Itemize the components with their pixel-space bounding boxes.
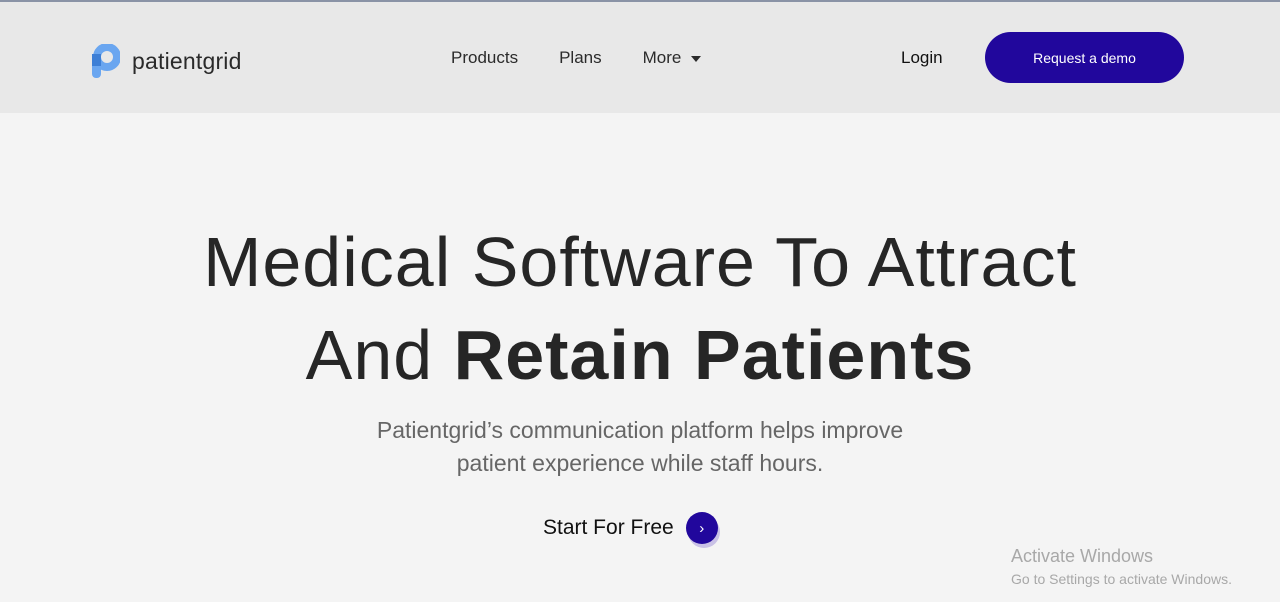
hero-subtitle-line1: Patientgrid’s communication platform hel… [376, 417, 904, 443]
caret-down-icon [691, 55, 702, 62]
start-for-free-button[interactable]: Start For Free › [543, 512, 718, 544]
hero-subtitle: Patientgrid’s communication platform hel… [0, 414, 1280, 480]
nav-more[interactable]: More [643, 48, 702, 68]
nav-more-label: More [642, 48, 682, 67]
login-link[interactable]: Login [901, 48, 943, 68]
brand-logo[interactable]: patientgrid [92, 44, 242, 78]
brand-name: patientgrid [132, 47, 242, 74]
nav-products[interactable]: Products [451, 48, 518, 68]
watermark-subtitle: Go to Settings to activate Windows. [1011, 571, 1232, 587]
cta-label: Start For Free [543, 516, 674, 539]
top-navigation: patientgrid Products Plans More Login Re… [0, 2, 1280, 113]
hero-title-line1: Medical Software To Attract [203, 223, 1077, 301]
hero-subtitle-line2: patient experience while staff hours. [456, 450, 824, 476]
nav-plans[interactable]: Plans [559, 48, 602, 68]
main-menu: Products Plans More [451, 48, 702, 68]
patientgrid-logo-icon [92, 44, 120, 78]
hero-title-regular: And [305, 316, 454, 394]
chevron-right-icon[interactable]: › [685, 512, 718, 544]
hero-title-bold: Retain Patients [453, 316, 975, 394]
request-demo-button[interactable]: Request a demo [985, 32, 1184, 83]
hero-title-line2: And Retain Patients [0, 315, 1280, 395]
windows-activation-watermark: Activate Windows Go to Settings to activ… [1011, 546, 1232, 587]
watermark-title: Activate Windows [1011, 546, 1154, 566]
